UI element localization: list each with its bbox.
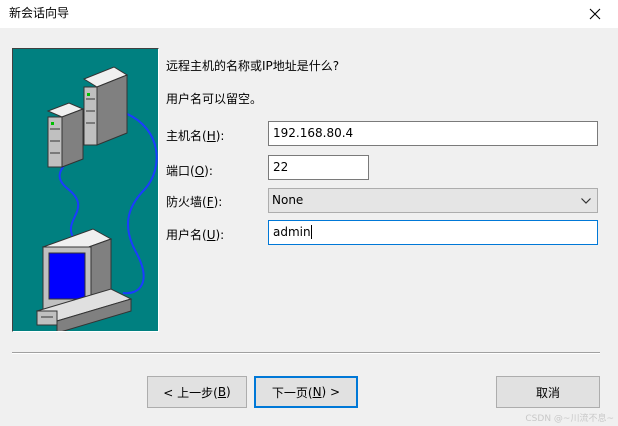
port-label: 端口(O): [166, 164, 213, 178]
text-caret [310, 225, 312, 239]
dialog-body: 远程主机的名称或IP地址是什么? 用户名可以留空。 主机名(H): 192.16… [0, 28, 618, 426]
host-label: 主机名(H): [166, 129, 225, 143]
prompt-hint: 用户名可以留空。 [166, 92, 263, 106]
divider [12, 352, 600, 354]
servers-and-computer-icon [35, 66, 158, 331]
close-icon [589, 8, 601, 20]
firewall-label: 防火墙(F): [166, 195, 223, 209]
username-label: 用户名(U): [166, 228, 225, 242]
username-input[interactable]: admin [268, 220, 598, 245]
host-input[interactable]: 192.168.80.4 [268, 121, 598, 146]
firewall-select[interactable]: None [268, 188, 598, 213]
next-button[interactable]: 下一页(N) > [254, 376, 358, 408]
new-session-wizard-dialog: 新会话向导 远程主机的名称或IP地址是什么? 用户名可以留空。 主机名(H): … [0, 0, 618, 426]
cancel-button[interactable]: 取消 [496, 376, 600, 408]
window-title: 新会话向导 [9, 6, 70, 20]
watermark: CSDN @~川流不息~ [525, 414, 614, 424]
chevron-down-icon [581, 189, 591, 212]
prompt-question: 远程主机的名称或IP地址是什么? [166, 59, 340, 73]
close-button[interactable] [572, 0, 618, 28]
back-button[interactable]: < 上一步(B) [147, 376, 247, 408]
title-bar: 新会话向导 [0, 0, 618, 28]
network-illustration [12, 48, 159, 332]
port-input[interactable]: 22 [268, 155, 369, 180]
